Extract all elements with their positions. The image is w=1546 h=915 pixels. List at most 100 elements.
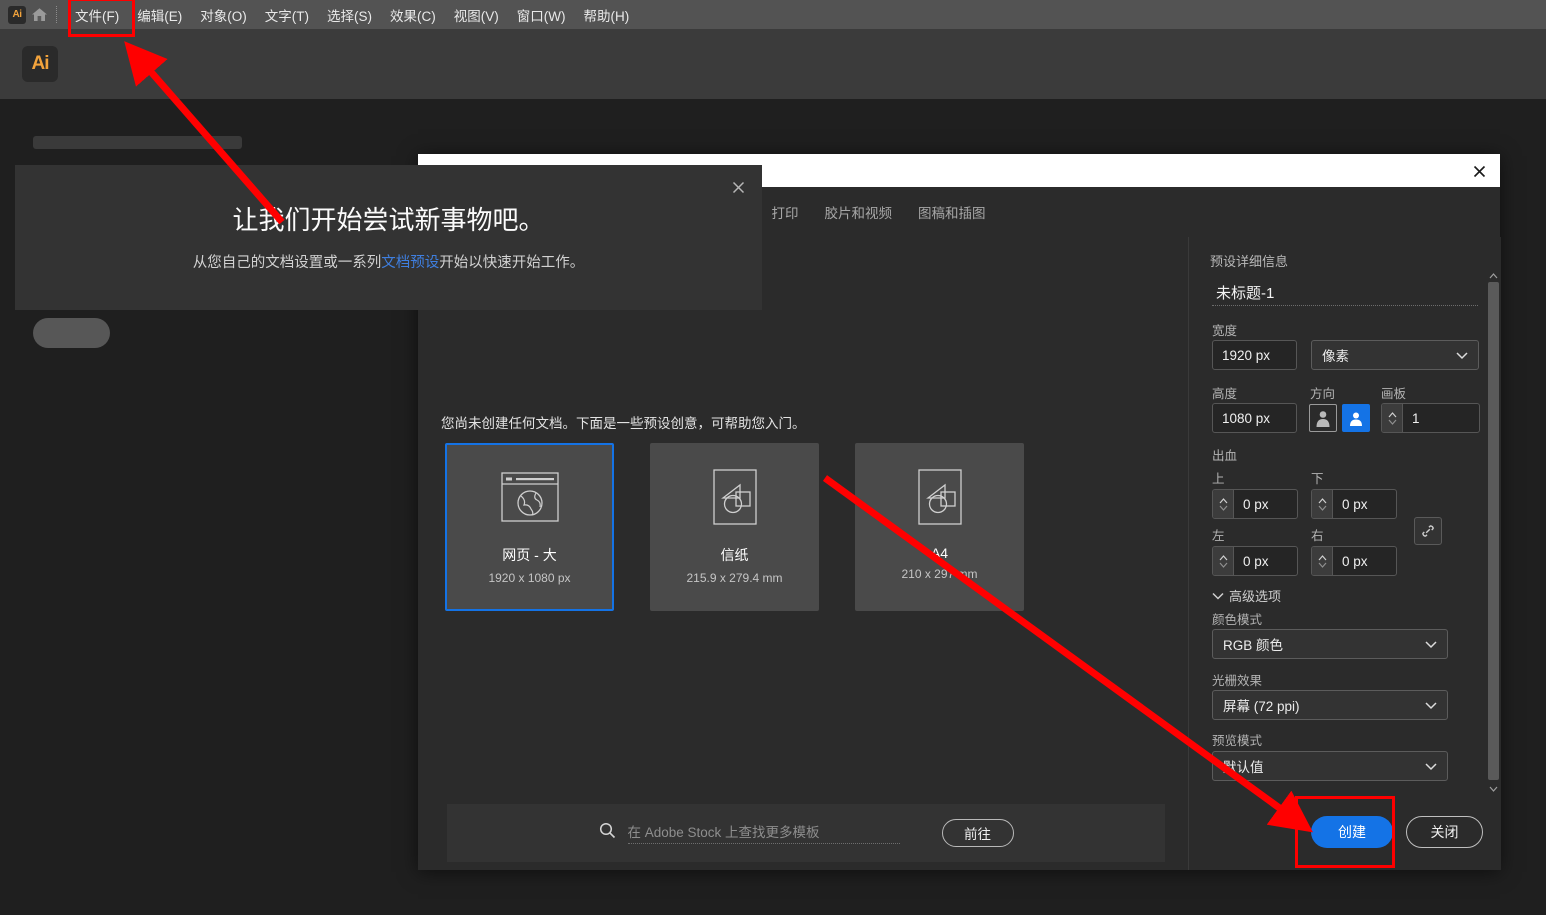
scroll-up-icon[interactable]: [1487, 270, 1500, 282]
units-value: 像素: [1322, 349, 1349, 364]
bleed-top-value: 0 px: [1243, 496, 1269, 512]
bleed-bottom-label: 下: [1311, 472, 1324, 486]
chevron-down-icon: [1425, 759, 1437, 774]
illustrator-logo-icon: Ai: [8, 5, 26, 24]
preset-dimensions: 1920 x 1080 px: [488, 571, 571, 585]
empty-state-hint: 您尚未创建任何文档。下面是一些预设创意，可帮助您入门。: [441, 416, 806, 431]
preset-name: 信纸: [720, 547, 749, 563]
preview-mode-value: 默认值: [1223, 760, 1264, 775]
welcome-banner: 让我们开始尝试新事物吧。 从您自己的文档设置或一系列文档预设开始以快速开始工作。: [15, 165, 762, 310]
document-presets-link[interactable]: 文档预设: [381, 255, 439, 271]
skeleton-button-2: [33, 318, 110, 348]
stock-search-bar: 前往: [447, 804, 1165, 862]
menu-item-type[interactable]: 文字(T): [256, 0, 318, 29]
stepper-arrows[interactable]: [1382, 404, 1403, 432]
color-mode-label: 颜色模式: [1212, 613, 1263, 627]
raster-effects-label: 光栅效果: [1212, 674, 1263, 688]
bleed-left-value: 0 px: [1243, 553, 1269, 569]
stepper-arrows[interactable]: [1312, 547, 1333, 575]
screen-root: Ai 文件(F) 编辑(E) 对象(O) 文字(T) 选择(S) 效果(C) 视…: [0, 0, 1546, 915]
menu-item-view[interactable]: 视图(V): [445, 0, 508, 29]
menu-item-file[interactable]: 文件(F): [66, 0, 128, 29]
app-toolbar: [0, 29, 1546, 99]
color-mode-select[interactable]: RGB 颜色: [1212, 629, 1448, 659]
stepper-arrows[interactable]: [1312, 490, 1333, 518]
banner-body: 从您自己的文档设置或一系列文档预设开始以快速开始工作。: [15, 251, 762, 272]
bleed-left-stepper[interactable]: 0 px: [1212, 546, 1298, 576]
document-name-input[interactable]: [1212, 280, 1478, 306]
bleed-right-stepper[interactable]: 0 px: [1311, 546, 1397, 576]
scrollbar-thumb[interactable]: [1488, 282, 1499, 780]
bleed-right-label: 右: [1311, 529, 1324, 543]
artboards-label: 画板: [1381, 387, 1407, 401]
banner-heading: 让我们开始尝试新事物吧。: [232, 205, 545, 235]
width-label: 宽度: [1212, 324, 1238, 338]
chevron-down-icon: [1212, 588, 1224, 603]
advanced-options-label: 高级选项: [1229, 589, 1282, 604]
bleed-bottom-stepper[interactable]: 0 px: [1311, 489, 1397, 519]
advanced-options-toggle[interactable]: 高级选项: [1212, 586, 1281, 605]
banner-body-prefix: 从您自己的文档设置或一系列: [192, 255, 382, 271]
menu-item-help[interactable]: 帮助(H): [574, 0, 638, 29]
menu-bar: Ai 文件(F) 编辑(E) 对象(O) 文字(T) 选择(S) 效果(C) 视…: [0, 0, 1546, 29]
search-icon: [599, 822, 616, 844]
stepper-arrows[interactable]: [1213, 547, 1234, 575]
artwork-page-icon: [712, 445, 758, 549]
goto-button[interactable]: 前往: [941, 819, 1014, 847]
preset-card-letter[interactable]: 信纸 215.9 x 279.4 mm: [650, 443, 819, 611]
search-input[interactable]: [627, 822, 900, 844]
close-icon[interactable]: [1468, 160, 1490, 182]
menu-item-effect[interactable]: 效果(C): [381, 0, 445, 29]
preset-name: 网页 - 大: [502, 547, 557, 563]
orientation-portrait-icon[interactable]: [1309, 404, 1337, 432]
artboards-stepper[interactable]: 1: [1381, 403, 1480, 433]
preset-card-list: 网页 - 大 1920 x 1080 px 信纸 215.9 x 279.4 m…: [445, 443, 1024, 611]
units-select[interactable]: 像素: [1311, 340, 1479, 370]
height-label: 高度: [1212, 387, 1238, 401]
preview-mode-label: 预览模式: [1212, 734, 1263, 748]
bleed-title: 出血: [1212, 449, 1238, 463]
close-button[interactable]: 关闭: [1406, 816, 1483, 848]
height-input[interactable]: [1212, 403, 1297, 433]
logo-text: Ai: [12, 9, 23, 20]
preset-name: A4: [930, 545, 949, 561]
stepper-arrows[interactable]: [1213, 490, 1234, 518]
menu-item-select[interactable]: 选择(S): [318, 0, 381, 29]
close-icon[interactable]: [728, 177, 748, 197]
width-input[interactable]: [1212, 340, 1297, 370]
logo-text-large: Ai: [31, 53, 50, 74]
chevron-down-icon: [1456, 348, 1468, 363]
bleed-right-value: 0 px: [1342, 553, 1368, 569]
menu-item-window[interactable]: 窗口(W): [508, 0, 575, 29]
menu-item-object[interactable]: 对象(O): [191, 0, 256, 29]
side-panel-scrollbar[interactable]: [1487, 270, 1500, 795]
preset-card-web-large[interactable]: 网页 - 大 1920 x 1080 px: [445, 443, 614, 611]
create-button[interactable]: 创建: [1311, 816, 1393, 848]
artboards-value: 1: [1412, 410, 1420, 426]
illustrator-home-logo-icon: Ai: [22, 46, 58, 82]
banner-body-suffix: 开始以快速开始工作。: [439, 255, 585, 271]
chevron-down-icon: [1425, 637, 1437, 652]
scroll-down-icon[interactable]: [1487, 783, 1500, 795]
home-icon[interactable]: [26, 0, 52, 29]
orientation-landscape-icon[interactable]: [1342, 404, 1370, 432]
bleed-bottom-value: 0 px: [1342, 496, 1368, 512]
menu-item-edit[interactable]: 编辑(E): [128, 0, 191, 29]
tab-art-illustration[interactable]: 图稿和插图: [905, 187, 999, 237]
bleed-left-label: 左: [1212, 529, 1225, 543]
tab-print[interactable]: 打印: [759, 187, 812, 237]
preset-dimensions: 215.9 x 279.4 mm: [686, 571, 783, 585]
color-mode-value: RGB 颜色: [1223, 638, 1284, 653]
raster-effects-select[interactable]: 屏幕 (72 ppi): [1212, 690, 1448, 720]
link-chain-icon[interactable]: [1414, 517, 1442, 545]
tab-film-video[interactable]: 胶片和视频: [812, 187, 906, 237]
skeleton-line-1: [33, 136, 242, 149]
search-group: 前往: [599, 819, 1014, 847]
preview-mode-select[interactable]: 默认值: [1212, 751, 1448, 781]
raster-effects-value: 屏幕 (72 ppi): [1223, 699, 1300, 714]
chevron-down-icon: [1425, 698, 1437, 713]
preset-details-title: 预设详细信息: [1210, 254, 1289, 269]
bleed-top-stepper[interactable]: 0 px: [1212, 489, 1298, 519]
preset-card-a4[interactable]: A4 210 x 297 mm: [855, 443, 1024, 611]
artwork-page-icon: [917, 445, 963, 549]
